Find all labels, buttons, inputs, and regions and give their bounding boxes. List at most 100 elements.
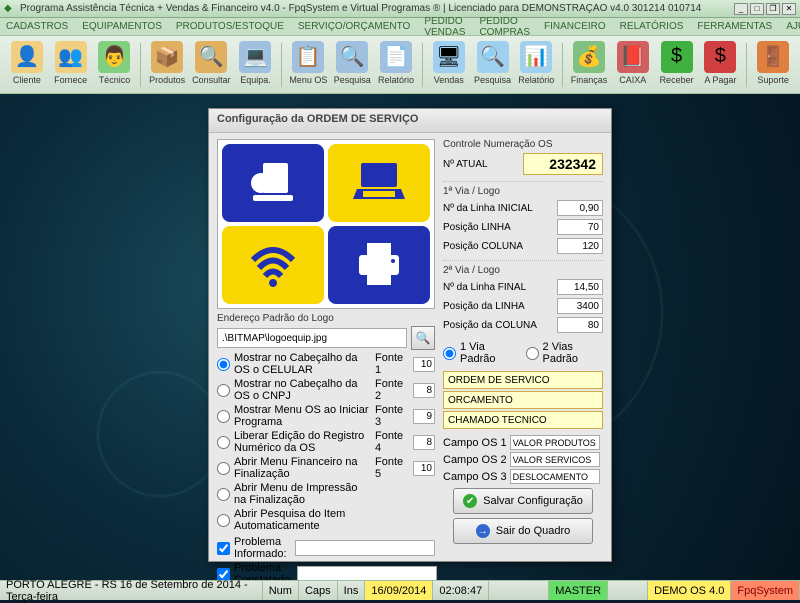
campo-input-0[interactable] <box>510 435 600 450</box>
via2-row-1: Posição da LINHA <box>443 298 603 314</box>
status-fpq: FpqSystem <box>731 581 800 600</box>
finanças-icon: 💰 <box>573 41 605 73</box>
fonte-row-4: Fonte 5 <box>375 456 435 480</box>
relatório-icon: 📄 <box>380 41 412 73</box>
opt-radio-1[interactable]: Mostrar no Cabeçalho da OS o CNPJ <box>217 378 369 402</box>
menu-serviço/orçamento[interactable]: SERVIÇO/ORÇAMENTO <box>298 21 410 32</box>
tool-a pagar[interactable]: $A Pagar <box>699 39 741 91</box>
pesquisa-icon: 🔍 <box>336 41 368 73</box>
status-master: MASTER <box>549 581 608 600</box>
desktop: Configuração da ORDEM DE SERVIÇO Endereç… <box>0 94 800 580</box>
campo-input-2[interactable] <box>510 469 600 484</box>
tool-técnico[interactable]: 👨Técnico <box>94 39 136 91</box>
menu-pedido compras[interactable]: PEDIDO COMPRAS <box>479 16 530 38</box>
menu-ferramentas[interactable]: FERRAMENTAS <box>697 21 772 32</box>
menu-ajuda[interactable]: AJUDA <box>786 21 800 32</box>
técnico-icon: 👨 <box>98 41 130 73</box>
via2-input-0[interactable] <box>557 279 603 295</box>
tool-vendas[interactable]: 🖥Vendas <box>428 39 470 91</box>
opt-radio-4[interactable]: Abrir Menu Financeiro na Finalização <box>217 456 369 480</box>
tool-fornece[interactable]: 👥Fornece <box>50 39 92 91</box>
opt-radio-5[interactable]: Abrir Menu de Impressão na Finalização <box>217 482 369 506</box>
logo-laptop-icon <box>328 144 430 222</box>
via2-row-2: Posição da COLUNA <box>443 317 603 333</box>
tool-finanças[interactable]: 💰Finanças <box>568 39 610 91</box>
tool-produtos[interactable]: 📦Produtos <box>146 39 188 91</box>
cliente-icon: 👤 <box>11 41 43 73</box>
dialog-title: Configuração da ORDEM DE SERVIÇO <box>209 109 611 133</box>
opt-radio-6[interactable]: Abrir Pesquisa do Item Automaticamente <box>217 508 369 532</box>
tool-suporte[interactable]: 🚪Suporte <box>752 39 794 91</box>
tool-menu os[interactable]: 📋Menu OS <box>287 39 329 91</box>
a pagar-icon: $ <box>704 41 736 73</box>
via2-input-1[interactable] <box>557 298 603 314</box>
check-row-0: Problema Informado: <box>217 536 435 560</box>
tool-pesquisa[interactable]: 🔍Pesquisa <box>331 39 373 91</box>
save-button[interactable]: ✔Salvar Configuração <box>453 488 593 514</box>
fonte-input-4[interactable] <box>413 461 435 476</box>
menu-pedido vendas[interactable]: PEDIDO VENDAS <box>424 16 465 38</box>
yellow-field-0[interactable] <box>443 371 603 389</box>
menu-financeiro[interactable]: FINANCEIRO <box>544 21 606 32</box>
menu-produtos/estoque[interactable]: PRODUTOS/ESTOQUE <box>176 21 284 32</box>
path-label: Endereço Padrão do Logo <box>217 313 435 324</box>
tool-relatório[interactable]: 📊Relatório <box>515 39 557 91</box>
check-text-1[interactable] <box>297 566 437 580</box>
via1-label: 1ª Via / Logo <box>443 186 603 197</box>
menu-equipamentos[interactable]: EQUIPAMENTOS <box>82 21 162 32</box>
tool-equipa.[interactable]: 💻Equipa. <box>235 39 277 91</box>
menu-relatórios[interactable]: RELATÓRIOS <box>620 21 684 32</box>
yellow-field-1[interactable] <box>443 391 603 409</box>
via1-input-0[interactable] <box>557 200 603 216</box>
logo-printer-icon <box>328 226 430 304</box>
yellow-field-2[interactable] <box>443 411 603 429</box>
browse-button[interactable]: 🔍 <box>411 326 435 350</box>
num-atual-label: Nº ATUAL <box>443 159 488 170</box>
receber-icon: $ <box>661 41 693 73</box>
opt-radio-0[interactable]: Mostrar no Cabeçalho da OS o CELULAR <box>217 352 369 376</box>
via1-input-2[interactable] <box>557 238 603 254</box>
close-button[interactable]: ✕ <box>782 3 796 15</box>
controle-label: Controle Numeração OS <box>443 139 603 150</box>
via1-row-0: Nº da Linha INICIAL <box>443 200 603 216</box>
app-icon: ◆ <box>4 3 16 15</box>
via2-input-2[interactable] <box>557 317 603 333</box>
tool-receber[interactable]: $Receber <box>656 39 698 91</box>
minimize-button[interactable]: _ <box>734 3 748 15</box>
menubar: CADASTROS EQUIPAMENTOS PRODUTOS/ESTOQUE SER… <box>0 18 800 36</box>
via2-label: 2ª Via / Logo <box>443 265 603 276</box>
restore-button[interactable]: ❐ <box>766 3 780 15</box>
logo-computer-icon <box>222 144 324 222</box>
via-radio-group: 1 Via Padrão 2 Vias Padrão <box>443 339 603 367</box>
opt-radio-3[interactable]: Liberar Edição do Registro Numérico da O… <box>217 430 369 454</box>
fonte-row-0: Fonte 1 <box>375 352 435 376</box>
equipa.-icon: 💻 <box>239 41 271 73</box>
via-radio-2[interactable]: 2 Vias Padrão <box>526 341 603 365</box>
fonte-row-2: Fonte 3 <box>375 404 435 428</box>
via-radio-1[interactable]: 1 Via Padrão <box>443 341 516 365</box>
num-atual-value: 232342 <box>523 153 603 175</box>
fonte-input-2[interactable] <box>413 409 435 424</box>
via1-input-1[interactable] <box>557 219 603 235</box>
check-text-0[interactable] <box>295 540 435 556</box>
status-date: 16/09/2014 <box>365 581 433 600</box>
tool-caixa[interactable]: 📕CAIXA <box>612 39 654 91</box>
maximize-button[interactable]: □ <box>750 3 764 15</box>
fonte-input-3[interactable] <box>413 435 435 450</box>
tool-cliente[interactable]: 👤Cliente <box>6 39 48 91</box>
fonte-input-1[interactable] <box>413 383 435 398</box>
tool-relatório[interactable]: 📄Relatório <box>375 39 417 91</box>
fonte-input-0[interactable] <box>413 357 435 372</box>
tool-consultar[interactable]: 🔍Consultar <box>190 39 233 91</box>
status-time: 02:08:47 <box>433 581 489 600</box>
exit-button[interactable]: →Sair do Quadro <box>453 518 593 544</box>
tool-pesquisa[interactable]: 🔍Pesquisa <box>472 39 514 91</box>
produtos-icon: 📦 <box>151 41 183 73</box>
check-0[interactable] <box>217 542 230 555</box>
menu-cadastros[interactable]: CADASTROS <box>6 21 68 32</box>
logo-path-input[interactable] <box>217 328 407 348</box>
campo-input-1[interactable] <box>510 452 600 467</box>
status-ins: Ins <box>338 581 366 600</box>
fornece-icon: 👥 <box>55 41 87 73</box>
opt-radio-2[interactable]: Mostrar Menu OS ao Iniciar Programa <box>217 404 369 428</box>
